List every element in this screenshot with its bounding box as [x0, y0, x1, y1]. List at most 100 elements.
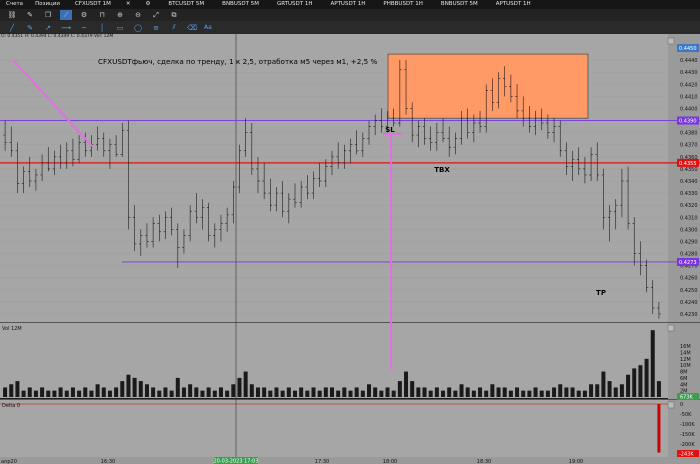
maximize-icon[interactable]: ⤢	[150, 10, 162, 20]
volume-bar	[101, 387, 106, 397]
tab-7[interactable]: APTUSDT 1H	[321, 0, 374, 9]
volume-bar	[404, 371, 409, 397]
volume-bar	[317, 390, 322, 397]
volume-title: Vol 12M	[2, 326, 22, 332]
time-tick: 16:30	[101, 459, 115, 464]
volume-panel[interactable]	[0, 323, 668, 398]
gear-icon[interactable]: ⚙	[78, 10, 90, 20]
tab-8[interactable]: PHBBUSDT 1H	[374, 0, 432, 9]
price-tick: 0.4350	[680, 167, 698, 173]
tab-3[interactable]: ⚙	[136, 0, 159, 9]
volume-bar	[558, 384, 563, 397]
delta-panel-maximize-icon[interactable]	[667, 401, 675, 409]
delta-tick: -150K	[680, 432, 695, 438]
volume-bar	[601, 371, 606, 397]
volume-bar	[225, 390, 230, 397]
volume-bar	[632, 368, 637, 397]
volume-bar	[305, 390, 310, 397]
volume-bar	[367, 384, 372, 397]
vertical-line-icon[interactable]: │	[96, 23, 108, 33]
zoom-out-icon[interactable]: ⊖	[132, 10, 144, 20]
price-tick: 0.4370	[680, 143, 698, 149]
tab-close-icon[interactable]: ✕	[120, 0, 137, 9]
volume-bar	[336, 390, 341, 397]
trade-annotation: CFXUSDTфьюч, сделка по тренду, 1 к 2,5, …	[98, 57, 378, 66]
tab-9[interactable]: BNBUSDT 5M	[432, 0, 487, 9]
volume-bar	[33, 390, 38, 397]
price-tick: 0.4320	[680, 203, 698, 209]
price-tick: 0.4400	[680, 106, 698, 112]
text-tool[interactable]: Aa	[204, 24, 212, 31]
stop-zone-box[interactable]	[387, 53, 589, 119]
ray-icon[interactable]: ⟶	[60, 23, 72, 33]
delta-title: Delta 0	[2, 403, 20, 409]
magnet-icon[interactable]: ⊓	[96, 10, 108, 20]
tab-10[interactable]: APTUSDT 1H	[487, 0, 540, 9]
price-tick: 0.4290	[680, 239, 698, 245]
volume-tick: 16M	[680, 344, 691, 350]
pencil-icon[interactable]: ✎	[24, 23, 36, 33]
volume-bar	[650, 330, 655, 397]
volume-bar	[249, 384, 254, 397]
price-tick: 0.4230	[680, 312, 698, 318]
volume-bar	[95, 384, 100, 397]
trendline-icon[interactable]: ↗	[42, 23, 54, 33]
volume-bar	[441, 390, 446, 397]
volume-bar	[619, 384, 624, 397]
channel-icon[interactable]: ⫽	[168, 23, 180, 33]
volume-bar	[243, 371, 248, 397]
svg-text:0.4355: 0.4355	[679, 161, 697, 167]
price-tick: 0.4240	[680, 300, 698, 306]
tab-0[interactable]: Счета	[0, 0, 29, 9]
volume-tick: 14M	[680, 350, 691, 356]
volume-panel-maximize-icon[interactable]	[667, 324, 675, 332]
fibonacci-icon[interactable]: ≡	[150, 23, 162, 33]
price-tick: 0.4340	[680, 179, 698, 185]
copy-icon[interactable]: ❐	[42, 10, 54, 20]
tab-5[interactable]: BNBUSDT 5M	[213, 0, 268, 9]
price-tick: 0.4300	[680, 227, 698, 233]
volume-bar	[132, 377, 137, 397]
volume-bar	[218, 387, 223, 397]
volume-bar	[539, 390, 544, 397]
eyedropper-icon[interactable]: ✎	[24, 10, 36, 20]
volume-bar	[27, 387, 32, 397]
zoom-in-icon[interactable]: ⊕	[114, 10, 126, 20]
rectangle-icon[interactable]: ▭	[114, 23, 126, 33]
cursor-icon[interactable]: ╱	[6, 23, 18, 33]
price-tick: 0.4430	[680, 70, 698, 76]
clear-icon[interactable]: ⌫	[186, 23, 198, 33]
chart-area[interactable]: SL TBX TP CFXUSDTфьюч, сделка по тренду, 1 …	[0, 34, 700, 464]
svg-text:20-03-2023 17:03: 20-03-2023 17:03	[213, 459, 258, 464]
price-badge-top: 0.4450	[677, 44, 699, 53]
volume-bar	[83, 387, 88, 397]
volume-bar	[21, 390, 26, 397]
volume-bar	[58, 387, 63, 397]
volume-bar	[478, 387, 483, 397]
volume-bar	[175, 377, 180, 397]
tab-2[interactable]: CFXUSDT 1M	[66, 0, 120, 9]
time-tick: 19:00	[569, 459, 583, 464]
volume-bar	[262, 387, 267, 397]
tab-1[interactable]: Позиции	[29, 0, 66, 9]
delta-tick: 0	[680, 402, 683, 408]
delta-panel[interactable]	[0, 400, 668, 457]
horizontal-line-icon[interactable]: ─	[78, 23, 90, 33]
volume-bar	[521, 390, 526, 397]
svg-text:-243K: -243K	[679, 452, 694, 458]
volume-bar	[459, 384, 464, 397]
line-tool-icon[interactable]: ⟋	[60, 10, 72, 20]
volume-bar	[126, 374, 131, 397]
delta-tick: -100K	[680, 422, 695, 428]
volume-bar	[422, 387, 427, 397]
tab-4[interactable]: BTCUSDT 5M	[159, 0, 213, 9]
ellipse-icon[interactable]: ◯	[132, 23, 144, 33]
volume-bar	[120, 381, 125, 397]
crop-icon[interactable]: ⧉	[168, 10, 180, 20]
price-tick: 0.4260	[680, 276, 698, 282]
tab-6[interactable]: GRTUSDT 1H	[268, 0, 322, 9]
volume-bar	[576, 390, 581, 397]
price-tick: 0.4420	[680, 82, 698, 88]
link-icon[interactable]: ⛓	[6, 10, 18, 20]
panel-maximize-icon[interactable]	[667, 37, 675, 45]
